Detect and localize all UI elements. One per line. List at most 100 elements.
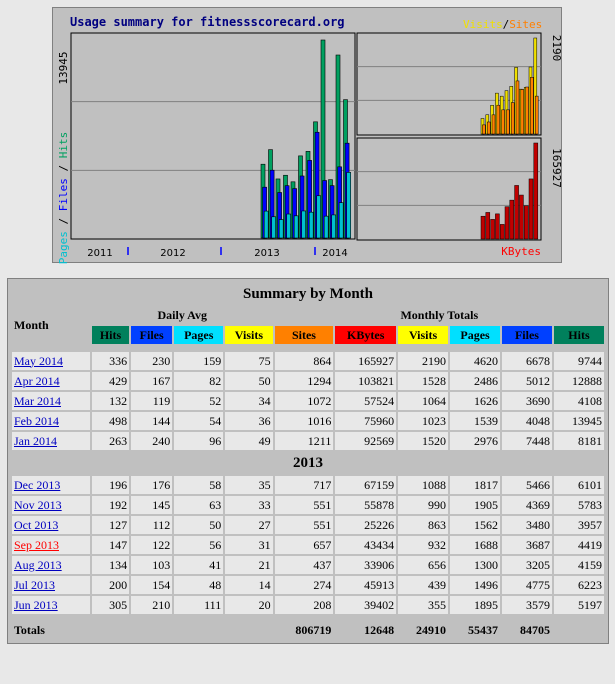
value-cell: 82 xyxy=(174,372,224,390)
value-cell: 498 xyxy=(91,412,130,430)
value-cell: 1626 xyxy=(450,392,500,410)
x-year-label: 2011 xyxy=(87,248,112,259)
value-cell: 3690 xyxy=(502,392,552,410)
table-row: Mar 2014 132 119 52 34 1072 57524 1064 1626 3690 4… xyxy=(12,392,604,410)
spacer-row xyxy=(12,346,604,350)
month-link[interactable]: Apr 2014 xyxy=(14,374,60,388)
table-row: Aug 2013 134 103 41 21 437 33906 656 1300 3205 415… xyxy=(12,556,604,574)
month-cell: Aug 2013 xyxy=(12,556,90,574)
value-cell: 14 xyxy=(225,576,273,594)
legend-right-part: Visits xyxy=(463,18,503,31)
totals-value: 84705 xyxy=(502,622,552,639)
value-cell: 27 xyxy=(225,516,273,534)
month-link[interactable]: Dec 2013 xyxy=(14,478,60,492)
value-cell: 551 xyxy=(274,496,334,514)
column-header-visits: Visits xyxy=(225,326,273,344)
bar-pages xyxy=(308,211,314,239)
month-link[interactable]: Mar 2014 xyxy=(14,394,61,408)
month-cell: May 2014 xyxy=(12,352,90,370)
month-link[interactable]: Jul 2013 xyxy=(14,578,55,592)
summary-by-month-table: Summary by Month Month Daily Avg Monthly To… xyxy=(10,281,606,641)
value-cell: 3579 xyxy=(502,596,552,614)
totals-label: Totals xyxy=(12,622,273,639)
value-cell: 240 xyxy=(131,432,173,450)
left-axis-label-part: Pages xyxy=(57,231,70,264)
value-cell: 63 xyxy=(174,496,224,514)
table-row: Jul 2013 200 154 48 14 274 45913 439 1496 4775 622… xyxy=(12,576,604,594)
bar-sites xyxy=(515,80,520,135)
month-link[interactable]: Feb 2014 xyxy=(14,414,59,428)
value-cell: 196 xyxy=(91,476,130,494)
kbytes-label: KBytes xyxy=(501,245,541,258)
value-cell: 5783 xyxy=(553,496,604,514)
value-cell: 1088 xyxy=(398,476,449,494)
column-header-pages: Pages xyxy=(174,326,224,344)
value-cell: 3480 xyxy=(502,516,552,534)
month-link[interactable]: Sep 2013 xyxy=(14,538,59,552)
value-cell: 4369 xyxy=(502,496,552,514)
value-cell: 134 xyxy=(91,556,130,574)
month-link[interactable]: Oct 2013 xyxy=(14,518,58,532)
value-cell: 8181 xyxy=(553,432,604,450)
value-cell: 12888 xyxy=(553,372,604,390)
value-cell: 67159 xyxy=(335,476,397,494)
value-cell: 159 xyxy=(174,352,224,370)
bar-sites xyxy=(496,104,501,135)
value-cell: 52 xyxy=(174,392,224,410)
value-cell: 3205 xyxy=(502,556,552,574)
value-cell: 1016 xyxy=(274,412,334,430)
month-link[interactable]: Jan 2014 xyxy=(14,434,57,448)
bar-sites xyxy=(482,124,486,135)
value-cell: 336 xyxy=(91,352,130,370)
bar-kbytes xyxy=(499,224,505,240)
totals-value: 24910 xyxy=(398,622,449,639)
value-cell: 1520 xyxy=(398,432,449,450)
value-cell: 119 xyxy=(131,392,173,410)
x-year-label: 2014 xyxy=(322,248,347,259)
visits-ymax-label: 2190 xyxy=(550,35,563,62)
month-link[interactable]: Nov 2013 xyxy=(14,498,62,512)
value-cell: 45913 xyxy=(335,576,397,594)
group-header-row: Month Daily Avg Monthly Totals xyxy=(12,307,604,344)
value-cell: 3957 xyxy=(553,516,604,534)
value-cell: 25226 xyxy=(335,516,397,534)
month-link[interactable]: Jun 2013 xyxy=(14,598,58,612)
value-cell: 21 xyxy=(225,556,273,574)
value-cell: 127 xyxy=(91,516,130,534)
bar-sites xyxy=(534,95,539,135)
month-header: Month xyxy=(12,307,90,344)
bar-sites xyxy=(486,121,491,135)
month-cell: Apr 2014 xyxy=(12,372,90,390)
value-cell: 1072 xyxy=(274,392,334,410)
value-cell: 932 xyxy=(398,536,449,554)
value-cell: 112 xyxy=(131,516,173,534)
column-header-files: Files xyxy=(131,326,173,344)
value-cell: 34 xyxy=(225,392,273,410)
bar-sites xyxy=(506,109,510,135)
chart-title: Usage summary for fitnessscorecard.org xyxy=(70,15,345,29)
bar-pages xyxy=(271,216,276,239)
bar-kbytes xyxy=(480,215,486,240)
summary-table-panel: Summary by Month Month Daily Avg Monthly To… xyxy=(7,278,609,644)
value-cell: 990 xyxy=(398,496,449,514)
value-cell: 13945 xyxy=(553,412,604,430)
value-cell: 1300 xyxy=(450,556,500,574)
value-cell: 4620 xyxy=(450,352,500,370)
month-link[interactable]: Aug 2013 xyxy=(14,558,62,572)
month-cell: Oct 2013 xyxy=(12,516,90,534)
bar-kbytes xyxy=(523,205,529,240)
table-row: Feb 2014 498 144 54 36 1016 75960 1023 1539 4048 1… xyxy=(12,412,604,430)
spacer-cell xyxy=(12,616,604,620)
bar-pages xyxy=(323,215,329,239)
totals-value: 806719 xyxy=(274,622,334,639)
value-cell: 305 xyxy=(91,596,130,614)
spacer-cell xyxy=(12,346,604,350)
bar-pages xyxy=(301,210,306,239)
table-row: Sep 2013 147 122 56 31 657 43434 932 1688 3687 441… xyxy=(12,536,604,554)
month-link[interactable]: May 2014 xyxy=(14,354,63,368)
x-year-label: 2012 xyxy=(160,248,185,259)
value-cell: 92569 xyxy=(335,432,397,450)
totals-row: Totals 806719 12648 24910 55437 84705 xyxy=(12,622,604,639)
month-cell: Mar 2014 xyxy=(12,392,90,410)
bar-sites xyxy=(501,109,505,135)
